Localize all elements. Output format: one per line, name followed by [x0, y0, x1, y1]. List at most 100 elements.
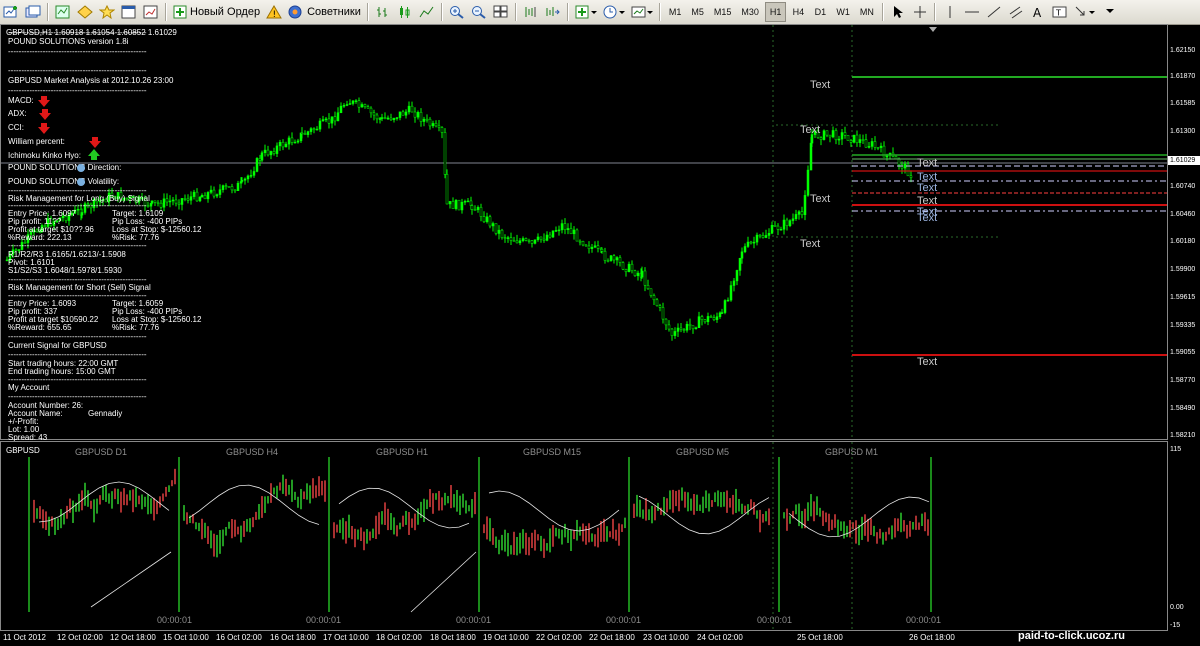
candle-body — [192, 191, 196, 197]
bar-chart-icon[interactable] — [373, 2, 393, 22]
account-name-value: Gennadiy — [88, 409, 123, 418]
templates-icon[interactable] — [629, 2, 655, 22]
tf-label-h4: GBPUSD H4 — [226, 447, 279, 457]
candle-body — [548, 234, 552, 238]
strategy-tester-icon[interactable] — [141, 2, 161, 22]
timeframe-h4[interactable]: H4 — [788, 2, 808, 22]
timeframe-d1[interactable]: D1 — [810, 2, 830, 22]
candle-body — [434, 123, 438, 127]
candle-body — [593, 245, 597, 248]
timeframe-h1[interactable]: H1 — [764, 2, 787, 22]
timeframe-m30[interactable]: M30 — [737, 2, 763, 22]
zoom-out-icon[interactable] — [469, 2, 489, 22]
zoom-in-icon[interactable] — [447, 2, 467, 22]
candle-body — [177, 202, 181, 205]
candle-body — [776, 225, 780, 230]
crosshair-icon[interactable] — [910, 2, 930, 22]
time-tick-label: 18 Oct 18:00 — [430, 633, 476, 642]
candle-body — [560, 223, 564, 231]
time-tick-label: 24 Oct 02:00 — [697, 633, 743, 642]
text-icon[interactable]: A — [1028, 2, 1048, 22]
chart-text-object[interactable]: Text — [810, 79, 830, 91]
new-order-icon — [173, 5, 187, 19]
candle-body — [258, 158, 262, 161]
timeframe-m5[interactable]: M5 — [687, 2, 708, 22]
candle-body — [676, 327, 680, 332]
multi-timeframe-chart[interactable] — [1, 442, 1167, 630]
timeframe-m15[interactable]: M15 — [710, 2, 736, 22]
candle-body — [246, 175, 250, 180]
candle-body — [309, 128, 313, 132]
vertical-line-icon[interactable] — [940, 2, 960, 22]
adx-down-arrow-icon — [39, 109, 51, 120]
candle-body — [162, 198, 166, 208]
chart-text-object[interactable]: Text — [800, 124, 820, 136]
candle-body — [621, 262, 625, 270]
candle-body — [159, 202, 163, 208]
metaeditor-icon[interactable]: ! — [264, 2, 284, 22]
toolbar-separator — [658, 3, 661, 21]
indicators-icon[interactable] — [573, 2, 599, 22]
chart-shift-icon[interactable] — [521, 2, 541, 22]
candle-body — [209, 189, 213, 193]
ma-line — [638, 495, 770, 535]
candle-body — [290, 137, 294, 143]
candle-body — [723, 300, 727, 313]
candle-body — [293, 141, 297, 144]
main-toolbar: Новый Ордер ! Советники M1 M5 M15 M30 H1… — [0, 0, 1200, 25]
candle-body — [803, 195, 807, 216]
timeframe-m1[interactable]: M1 — [665, 2, 686, 22]
candle-body — [828, 134, 832, 138]
candle-body — [524, 238, 528, 241]
candlestick-icon[interactable] — [395, 2, 415, 22]
candle-body — [165, 198, 169, 203]
candle-body — [460, 202, 464, 211]
toolbar-overflow-icon[interactable] — [1100, 2, 1120, 22]
candle-body — [306, 131, 310, 135]
candle-body — [761, 235, 765, 238]
indicator-subwindow[interactable] — [0, 441, 1168, 631]
timeframe-mn[interactable]: MN — [856, 2, 878, 22]
candle-body — [624, 268, 628, 272]
terminal-icon[interactable] — [119, 2, 139, 22]
candle-body — [470, 205, 474, 210]
trendline-icon[interactable] — [984, 2, 1004, 22]
tile-windows-icon[interactable] — [491, 2, 511, 22]
signal-heading: Current Signal for GBPUSD — [8, 341, 107, 350]
cursor-icon[interactable] — [888, 2, 908, 22]
autoscroll-icon[interactable] — [543, 2, 563, 22]
horizontal-line-icon[interactable] — [962, 2, 982, 22]
candle-body — [758, 234, 762, 237]
chart-text-object[interactable]: Text — [917, 157, 937, 169]
periods-icon[interactable] — [601, 2, 627, 22]
candle-body — [315, 128, 319, 131]
expert-advisors-button[interactable]: Советники — [286, 2, 363, 22]
candle-body — [843, 132, 847, 136]
toolbar-separator — [165, 3, 167, 21]
candle-body — [515, 240, 519, 244]
line-chart-icon[interactable] — [417, 2, 437, 22]
candle-body — [333, 116, 337, 122]
time-tick-label: 16 Oct 02:00 — [216, 633, 262, 642]
text-label-icon[interactable]: T — [1050, 2, 1070, 22]
candle-body — [855, 134, 859, 143]
timeframe-w1[interactable]: W1 — [832, 2, 854, 22]
candle-body — [369, 107, 373, 114]
candle-body — [212, 189, 216, 197]
arrows-icon[interactable] — [1072, 2, 1098, 22]
chart-text-object[interactable]: Text — [917, 356, 937, 368]
time-tick-label: 11 Oct 2012 — [3, 633, 46, 642]
channel-icon[interactable] — [1006, 2, 1026, 22]
chart-text-object[interactable]: Text — [917, 182, 937, 194]
candle-body — [440, 127, 444, 133]
candle-body — [428, 118, 432, 127]
panel-sep: ----------------------------------------… — [8, 241, 147, 250]
candle-body — [533, 239, 537, 244]
chart-text-object[interactable]: Text — [810, 193, 830, 205]
candle-body — [189, 196, 193, 201]
candle-body — [536, 236, 540, 241]
new-order-button[interactable]: Новый Ордер — [171, 2, 262, 22]
chart-text-object[interactable]: Text — [917, 212, 937, 224]
chart-text-object[interactable]: Text — [800, 238, 820, 250]
candle-body — [327, 118, 331, 124]
